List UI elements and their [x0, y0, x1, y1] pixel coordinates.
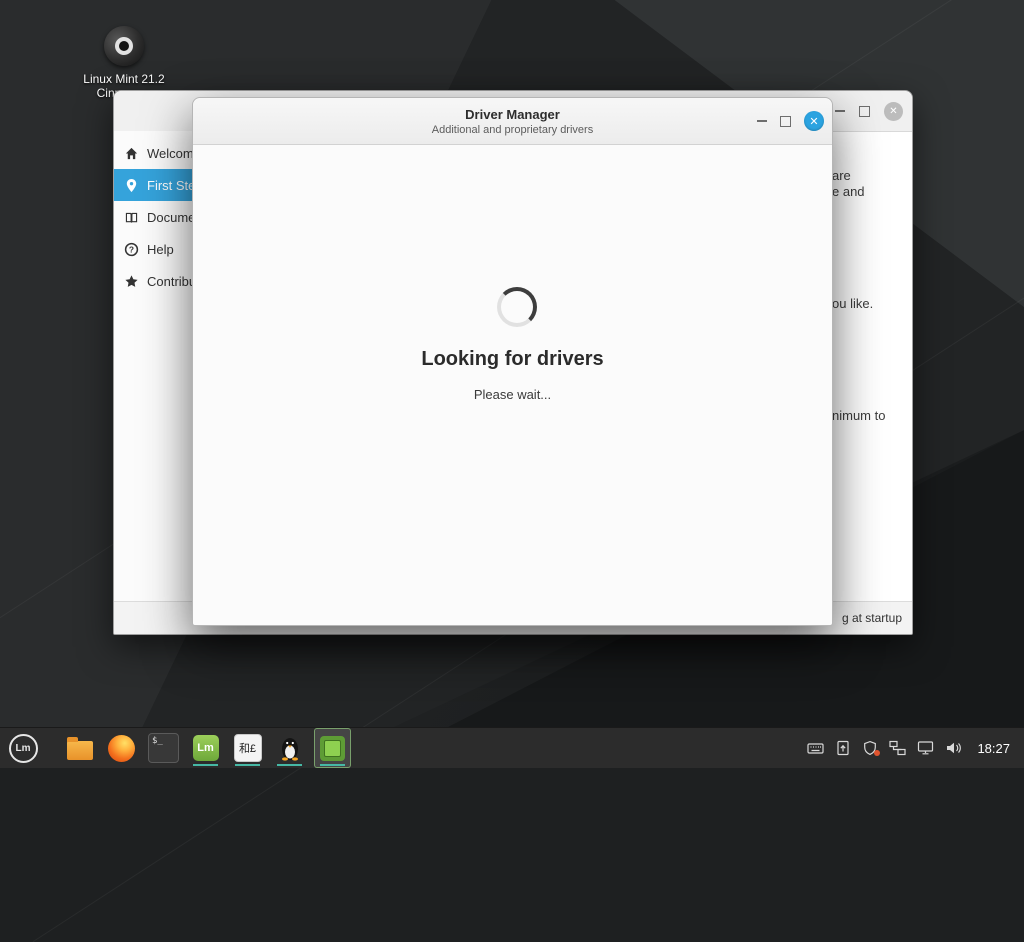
mint-logo-icon: Lm [9, 734, 38, 763]
mint-welcome-icon: Lm [193, 735, 219, 761]
tray-update-manager[interactable] [835, 740, 851, 756]
star-icon [124, 274, 139, 289]
shortcut-label-line1: Linux Mint 21.2 [80, 72, 168, 86]
status-heading: Looking for drivers [193, 348, 832, 371]
svg-text:?: ? [129, 244, 134, 254]
system-tray: 18:27 [807, 728, 1024, 768]
welcome-content-fragment: ou like. [832, 296, 873, 311]
taskbar-panel: Lm $_ Lm 和£ [0, 727, 1024, 768]
launcher-firefox[interactable] [104, 729, 139, 767]
book-icon [124, 210, 139, 225]
home-icon [124, 146, 139, 161]
desktop-shortcut-linux-mint-iso[interactable]: Linux Mint 21.2 Cinnamon [80, 26, 168, 100]
window-title: Driver Manager [465, 107, 560, 122]
loading-spinner [497, 287, 537, 327]
driver-manager-icon [320, 736, 345, 761]
driver-manager-icon-inner [324, 740, 341, 757]
status-message: Please wait... [193, 387, 832, 402]
close-icon[interactable]: ✕ [884, 102, 903, 121]
driver-manager-titlebar[interactable]: Driver Manager Additional and proprietar… [193, 98, 832, 145]
sidebar-item-label: Help [147, 242, 174, 257]
driver-manager-window[interactable]: Driver Manager Additional and proprietar… [192, 97, 833, 626]
tray-volume[interactable] [945, 740, 962, 756]
menu-button[interactable]: Lm [0, 728, 46, 768]
speaker-icon [945, 740, 962, 756]
disc-icon[interactable] [104, 26, 144, 66]
minimize-icon[interactable] [757, 120, 767, 122]
launcher-driver-manager[interactable] [314, 728, 351, 768]
welcome-content-fragment: e and [832, 184, 865, 199]
launcher-area: $_ Lm 和£ [62, 728, 351, 768]
input-method-icon: 和£ [234, 734, 262, 762]
help-icon: ? [124, 242, 139, 257]
maximize-icon[interactable] [780, 116, 791, 127]
close-icon[interactable]: ✕ [804, 111, 824, 131]
pin-icon [124, 178, 139, 193]
maximize-icon[interactable] [859, 106, 870, 117]
clock[interactable]: 18:27 [977, 741, 1010, 756]
network-icon [889, 740, 906, 756]
tux-icon [279, 735, 301, 761]
folder-icon [67, 741, 93, 760]
window-subtitle: Additional and proprietary drivers [432, 124, 593, 136]
keyboard-icon [807, 740, 824, 756]
display-icon [917, 740, 934, 756]
terminal-icon: $_ [148, 733, 179, 763]
notification-dot [874, 750, 880, 756]
welcome-content-fragment: are [832, 168, 851, 183]
launcher-tux-app[interactable] [272, 729, 307, 767]
tray-network[interactable] [889, 740, 906, 756]
launcher-terminal[interactable]: $_ [146, 729, 181, 767]
upload-clipboard-icon [835, 740, 851, 756]
tray-keyboard[interactable] [807, 740, 824, 756]
disc-ring [115, 37, 133, 55]
tray-display[interactable] [917, 740, 934, 756]
driver-window-controls: ✕ [757, 98, 824, 144]
welcome-content-fragment: nimum to [832, 408, 885, 423]
tray-firewall[interactable] [862, 740, 878, 756]
launcher-mint-welcome[interactable]: Lm [188, 729, 223, 767]
firefox-icon [108, 735, 135, 762]
launcher-input-method[interactable]: 和£ [230, 729, 265, 767]
welcome-window-controls: ✕ [835, 91, 903, 131]
launcher-files[interactable] [62, 729, 97, 767]
minimize-icon[interactable] [835, 110, 845, 112]
show-at-startup-label[interactable]: g at startup [842, 611, 902, 625]
